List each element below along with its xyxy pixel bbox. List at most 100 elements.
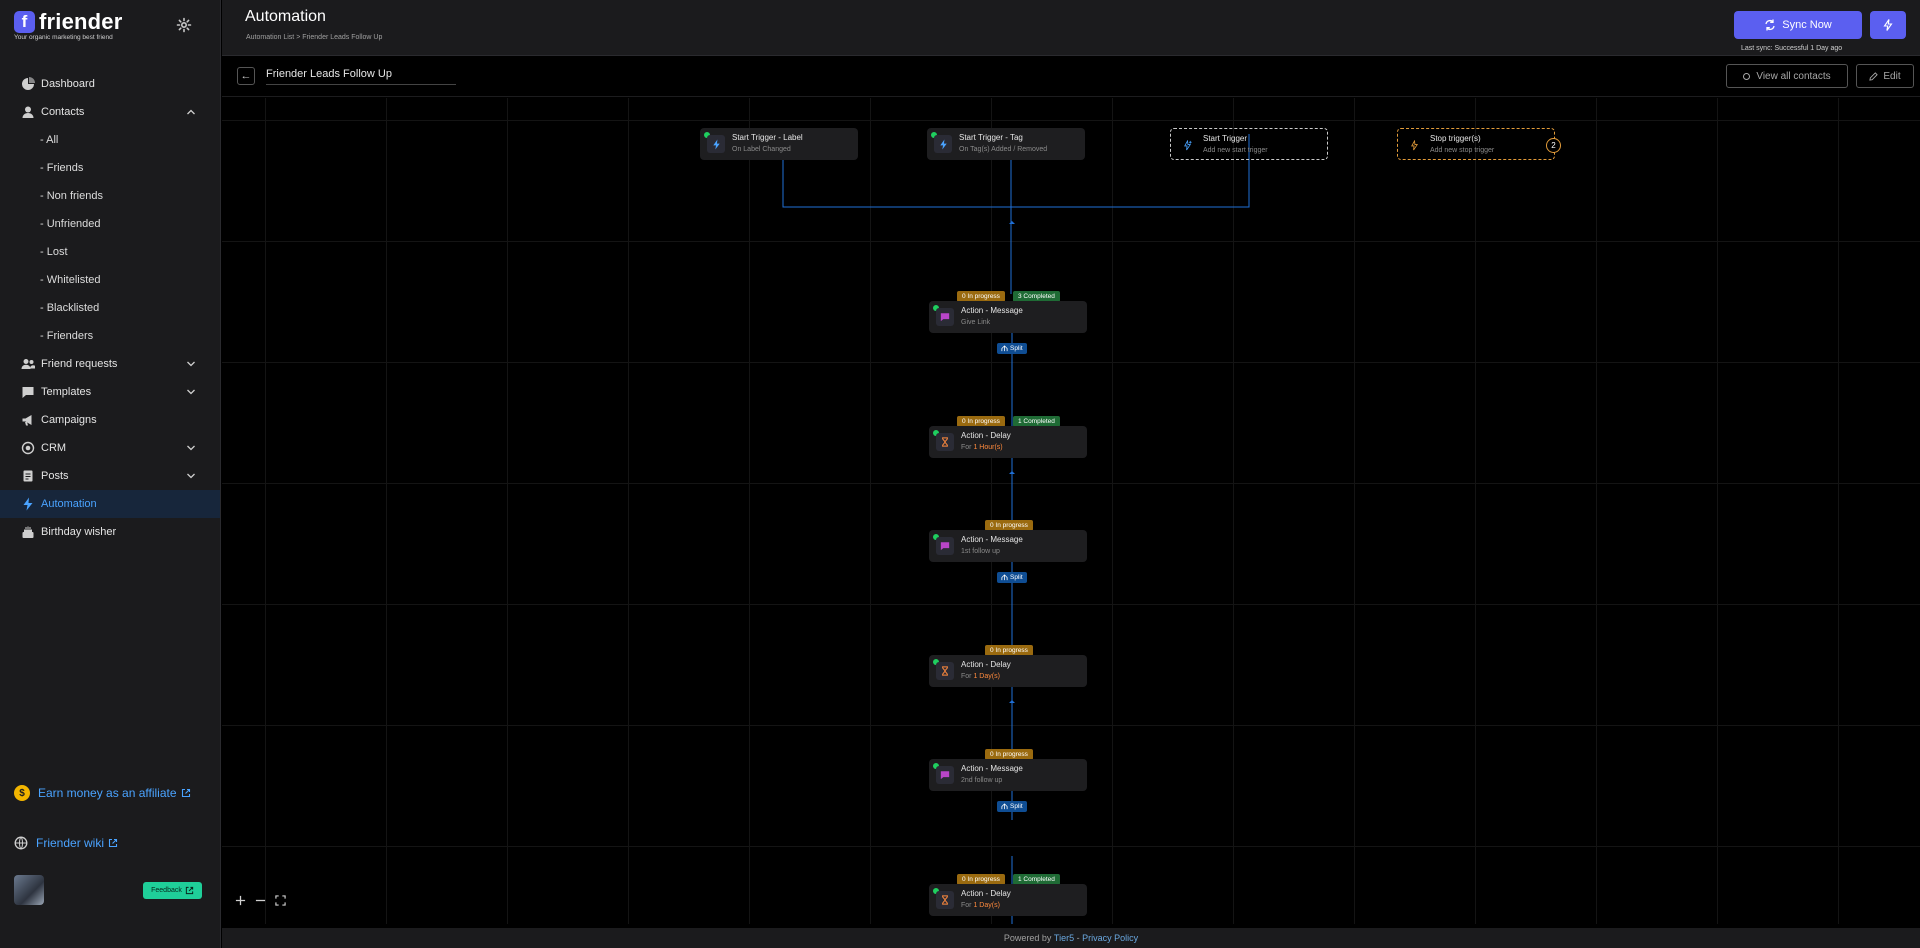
action-delay-node[interactable]: Action - Delay For 1 Day(s) [929,655,1087,687]
nav-contacts-frienders[interactable]: - Frienders [0,322,220,350]
node-title: Start Trigger - Label [732,133,803,142]
action-delay-node[interactable]: Action - Delay For 1 Hour(s) [929,426,1087,458]
hourglass-icon [936,662,954,680]
breadcrumb[interactable]: Automation List > Friender Leads Follow … [246,34,382,41]
hourglass-icon [936,433,954,451]
bolt-icon [707,135,725,153]
trigger-label-node[interactable]: Start Trigger - Label On Label Changed [700,128,858,160]
nav-templates[interactable]: Templates [0,378,220,406]
node-title: Action - Message [961,306,1023,315]
nav-contacts-unfriended[interactable]: - Unfriended [0,210,220,238]
split-icon [1001,803,1008,810]
trigger-tag-node[interactable]: Start Trigger - Tag On Tag(s) Added / Re… [927,128,1085,160]
nav-contacts-lost[interactable]: - Lost [0,238,220,266]
chevron-down-icon [186,443,196,453]
nav-label: Birthday wisher [41,526,117,538]
edit-label: Edit [1883,70,1901,82]
wiki-link[interactable]: Friender wiki [14,836,118,850]
nav-dashboard[interactable]: Dashboard [0,70,220,98]
nav-contacts-friends[interactable]: - Friends [0,154,220,182]
action-message-node[interactable]: Action - Message Give Link [929,301,1087,333]
node-subtitle: 2nd follow up [961,777,1003,784]
zoom-out-icon[interactable] [252,892,269,909]
flow-toolbar: ← Friender Leads Follow Up View all cont… [222,57,1920,97]
nav-automation[interactable]: Automation [0,490,220,518]
edit-button[interactable]: Edit [1856,64,1914,88]
nav-label: Templates [41,386,92,398]
nav-birthday-wisher[interactable]: Birthday wisher [0,518,220,546]
globe-icon [14,836,28,850]
footer-separator: - [1074,933,1083,943]
external-link-icon [185,886,194,895]
flow-name-field[interactable]: Friender Leads Follow Up [266,67,456,85]
delay-duration: 1 Day(s) [973,902,1000,909]
delay-duration: 1 Day(s) [973,673,1000,680]
user-icon [21,105,35,119]
nav-label: Contacts [41,106,85,118]
node-subtitle: Give Link [961,319,991,326]
node-subtitle: On Label Changed [732,146,791,153]
split-icon [1001,574,1008,581]
split-label: Split [1010,803,1023,810]
nav-contacts-whitelisted[interactable]: - Whitelisted [0,266,220,294]
action-message-node[interactable]: Action - Message 1st follow up [929,530,1087,562]
stop-trigger-count: 2 [1546,138,1561,153]
nav-contacts[interactable]: Contacts [0,98,220,126]
zoom-in-icon[interactable] [232,892,249,909]
feedback-button[interactable]: Feedback [143,882,202,899]
delay-duration: 1 Hour(s) [973,444,1003,451]
nav-crm[interactable]: CRM [0,434,220,462]
split-button[interactable]: Split [997,801,1027,812]
company-link[interactable]: Tier5 [1054,933,1074,943]
nav-contacts-all[interactable]: - All [0,126,220,154]
nav-posts[interactable]: Posts [0,462,220,490]
nav-label: Campaigns [41,414,97,426]
brand-logo[interactable]: f friender [14,9,123,35]
sync-now-button[interactable]: Sync Now [1734,11,1862,39]
gear-icon[interactable] [176,17,192,33]
chevron-down-icon [186,359,196,369]
external-link-icon [181,788,190,798]
page-footer: Powered by Tier5 - Privacy Policy [222,928,1920,948]
node-subtitle: 1st follow up [961,548,1000,555]
user-add-icon [21,357,35,371]
affiliate-label: Earn money as an affiliate [38,786,177,800]
fit-view-icon[interactable] [272,892,289,909]
nav-friend-requests[interactable]: Friend requests [0,350,220,378]
nav-contacts-blacklisted[interactable]: - Blacklisted [0,294,220,322]
sidebar: f friender Your organic marketing best f… [0,0,221,948]
pie-chart-icon [21,77,35,91]
nav-campaigns[interactable]: Campaigns [0,406,220,434]
hourglass-icon [936,891,954,909]
split-button[interactable]: Split [997,343,1027,354]
back-button[interactable]: ← [237,67,255,85]
zoom-controls [232,892,289,909]
external-link-icon [108,838,118,848]
affiliate-link[interactable]: $ Earn money as an affiliate [14,785,191,801]
add-start-trigger-node[interactable]: Start Trigger Add new start trigger [1170,128,1328,160]
quick-action-button[interactable] [1870,11,1906,39]
avatar[interactable] [14,875,44,905]
node-title: Action - Delay [961,889,1011,898]
view-all-contacts-button[interactable]: View all contacts [1726,64,1848,88]
view-contacts-label: View all contacts [1756,70,1831,82]
dollar-coin-icon: $ [14,785,30,801]
chat-icon [21,385,35,399]
stop-trigger-node[interactable]: Stop trigger(s) Add new stop trigger 2 [1397,128,1561,160]
bolt-plus-icon [1178,136,1196,154]
chat-icon [936,537,954,555]
privacy-policy-link[interactable]: Privacy Policy [1082,933,1138,943]
delay-prefix: For [961,902,974,909]
chat-icon [936,308,954,326]
nav-contacts-non-friends[interactable]: - Non friends [0,182,220,210]
sync-label: Sync Now [1782,19,1832,31]
chevron-down-icon [186,471,196,481]
action-message-node[interactable]: Action - Message 2nd follow up [929,759,1087,791]
sync-icon [1765,19,1775,31]
flow-canvas[interactable]: Start Trigger - Label On Label Changed S… [222,98,1920,924]
wiki-label: Friender wiki [36,836,105,850]
action-delay-node[interactable]: Action - Delay For 1 Day(s) [929,884,1087,916]
delay-prefix: For [961,673,974,680]
brand-tagline: Your organic marketing best friend [14,34,113,41]
split-button[interactable]: Split [997,572,1027,583]
